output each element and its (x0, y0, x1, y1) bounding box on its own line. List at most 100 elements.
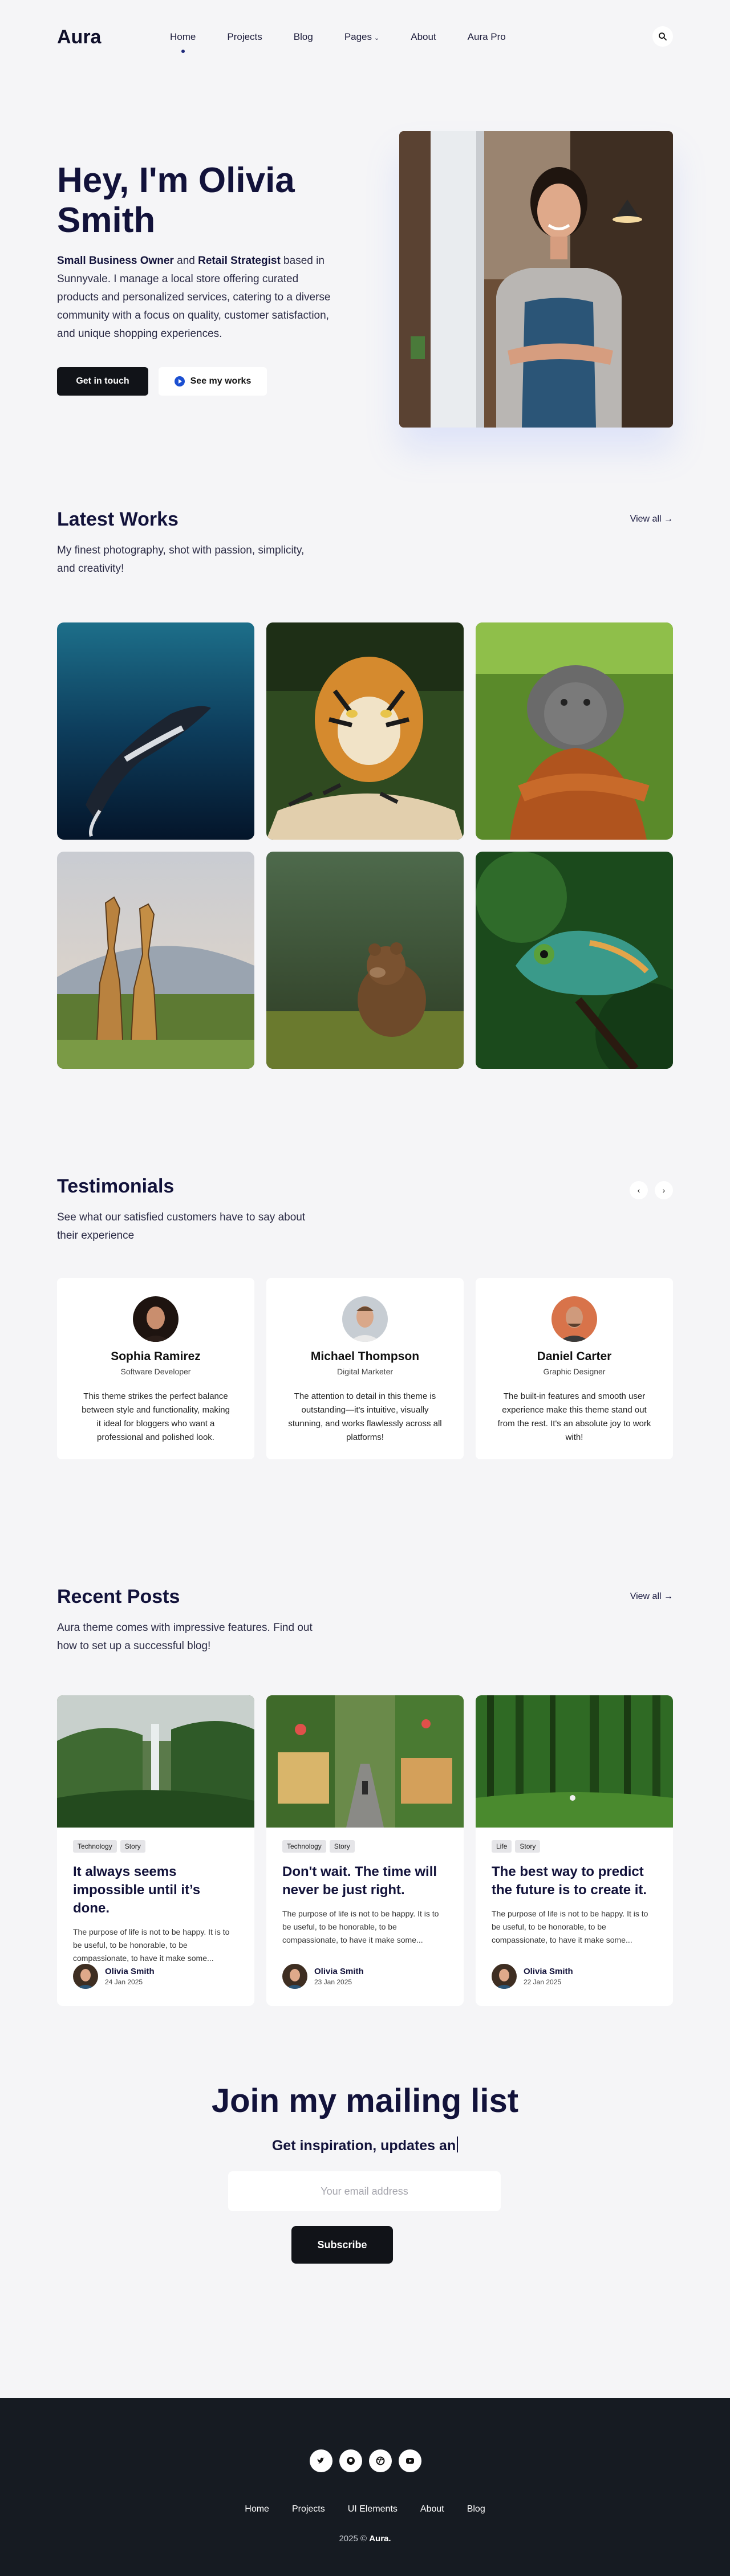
footer-link-projects[interactable]: Projects (292, 2504, 325, 2514)
dribbble-icon[interactable] (369, 2449, 392, 2472)
avatar (551, 1296, 597, 1342)
chevron-right-icon[interactable]: › (655, 1181, 673, 1199)
author-name: Olivia Smith (105, 1967, 155, 1976)
post-card[interactable]: Life Story The best way to predict the fu… (476, 1695, 673, 2006)
chevron-down-icon: ⌄ (374, 35, 380, 42)
twitter-icon[interactable] (310, 2449, 332, 2472)
hero-portrait-image (399, 131, 673, 428)
nav-links: Home Projects Blog Pages ⌄ About Aura Pro (170, 31, 537, 53)
social-links (310, 2449, 421, 2472)
nav-pages[interactable]: Pages ⌄ (344, 31, 379, 43)
mailing-list-section: Join my mailing list Get inspiration, up… (57, 2042, 673, 2422)
github-icon[interactable] (339, 2449, 362, 2472)
latest-works-section: Latest Works View all → My finest photog… (57, 508, 673, 1175)
tag[interactable]: Technology (73, 1840, 117, 1853)
works-view-all-link[interactable]: View all → (630, 514, 673, 524)
footer-link-ui-elements[interactable]: UI Elements (348, 2504, 398, 2514)
post-image-forest (476, 1695, 673, 1828)
testimonial-text: The attention to detail in this theme is… (288, 1391, 442, 1442)
subscribe-button[interactable]: Subscribe (291, 2226, 393, 2264)
tag[interactable]: Technology (282, 1840, 326, 1853)
author-name: Olivia Smith (524, 1967, 573, 1976)
post-title[interactable]: Don't wait. The time will never be just … (266, 1853, 464, 1899)
work-giraffes-image[interactable] (57, 852, 254, 1069)
post-excerpt: The purpose of life is not to be happy. … (73, 1927, 230, 1963)
arrow-right-icon: → (664, 1592, 673, 1601)
post-list: Technology Story It always seems impossib… (57, 1695, 673, 2006)
post-card[interactable]: Technology Story Don't wait. The time wil… (266, 1695, 464, 2006)
tag[interactable]: Life (492, 1840, 512, 1853)
author-name: Olivia Smith (314, 1967, 364, 1976)
active-indicator (181, 50, 185, 53)
avatar (133, 1296, 179, 1342)
play-icon (174, 376, 185, 386)
hero-and: and (173, 255, 198, 267)
work-chameleon-image[interactable] (476, 852, 673, 1069)
post-title[interactable]: The best way to predict the future is to… (476, 1853, 673, 1899)
email-input[interactable] (228, 2171, 501, 2211)
works-gallery (57, 622, 673, 1069)
testimonial-name: Michael Thompson (310, 1350, 420, 1363)
search-button[interactable] (652, 26, 673, 47)
testimonials-title: Testimonials (57, 1175, 175, 1197)
nav-aura-pro[interactable]: Aura Pro (468, 31, 506, 43)
nav-about-label: About (411, 31, 436, 42)
arrow-right-icon: → (664, 514, 673, 524)
work-bear-image[interactable] (266, 852, 464, 1069)
work-orangutan-image[interactable] (476, 622, 673, 840)
testimonials-section: Testimonials ‹ › See what our satisfied … (57, 1175, 673, 1586)
testimonial-role: Digital Marketer (336, 1367, 394, 1376)
work-whale-image[interactable] (57, 622, 254, 840)
site-logo[interactable]: Aura (57, 26, 101, 48)
chevron-left-icon[interactable]: ‹ (630, 1181, 648, 1199)
carousel-controls: ‹ › (630, 1181, 673, 1199)
testimonial-card: Sophia Ramirez Software Developer This t… (57, 1278, 254, 1459)
get-in-touch-button[interactable]: Get in touch (57, 367, 148, 396)
footer-link-blog[interactable]: Blog (467, 2504, 485, 2514)
avatar (342, 1296, 388, 1342)
footer-links: Home Projects UI Elements About Blog (0, 2504, 730, 2514)
posts-view-all-label: View all (630, 1592, 662, 1601)
nav-blog-label: Blog (293, 31, 313, 42)
mailing-subtitle: Get inspiration, updates an (57, 2137, 673, 2154)
youtube-icon[interactable] (399, 2449, 421, 2472)
footer-link-about[interactable]: About (420, 2504, 444, 2514)
testimonial-card: Daniel Carter Graphic Designer The built… (476, 1278, 673, 1459)
post-tags: Technology Story (57, 1828, 254, 1853)
testimonials-subtitle: See what our satisfied customers have to… (57, 1211, 306, 1242)
see-my-works-button[interactable]: See my works (159, 367, 267, 396)
hero-description: Small Business Owner and Retail Strategi… (57, 252, 331, 343)
mailing-subtitle-text: Get inspiration, updates an (271, 2138, 456, 2154)
post-card[interactable]: Technology Story It always seems impossib… (57, 1695, 254, 2006)
tag[interactable]: Story (515, 1840, 541, 1853)
hero-role-1: Small Business Owner (57, 255, 174, 267)
post-image-street (266, 1695, 464, 1828)
posts-subtitle: Aura theme comes with impressive feature… (57, 1622, 313, 1652)
footer-link-home[interactable]: Home (245, 2504, 269, 2514)
avatar (73, 1964, 98, 1989)
nav-about[interactable]: About (411, 31, 436, 43)
nav-home[interactable]: Home (170, 31, 196, 53)
hero-title: Hey, I'm Olivia Smith (57, 161, 295, 240)
nav-home-label: Home (170, 31, 196, 42)
post-author: Olivia Smith 22 Jan 2025 (492, 1964, 573, 1989)
work-tiger-image[interactable] (266, 622, 464, 840)
top-nav: Aura Home Projects Blog Pages ⌄ About Aur… (57, 0, 673, 75)
posts-view-all-link[interactable]: View all → (630, 1592, 673, 1602)
post-title[interactable]: It always seems impossible until it’s do… (57, 1853, 254, 1918)
hero-section: Hey, I'm Olivia Smith Small Business Own… (57, 75, 673, 508)
post-image-waterfall (57, 1695, 254, 1828)
testimonial-name: Sophia Ramirez (111, 1350, 201, 1363)
nav-projects[interactable]: Projects (227, 31, 262, 43)
works-view-all-label: View all (630, 514, 662, 524)
copyright: 2025 © Aura. (0, 2534, 730, 2544)
tag[interactable]: Story (120, 1840, 145, 1853)
nav-blog[interactable]: Blog (294, 31, 313, 43)
nav-projects-label: Projects (227, 31, 262, 42)
nav-pages-label: Pages (344, 31, 372, 42)
works-title: Latest Works (57, 508, 179, 530)
testimonial-role: Software Developer (120, 1367, 191, 1376)
testimonial-card: Michael Thompson Digital Marketer The at… (266, 1278, 464, 1459)
tag[interactable]: Story (329, 1840, 355, 1853)
copyright-brand: Aura. (369, 2534, 391, 2544)
